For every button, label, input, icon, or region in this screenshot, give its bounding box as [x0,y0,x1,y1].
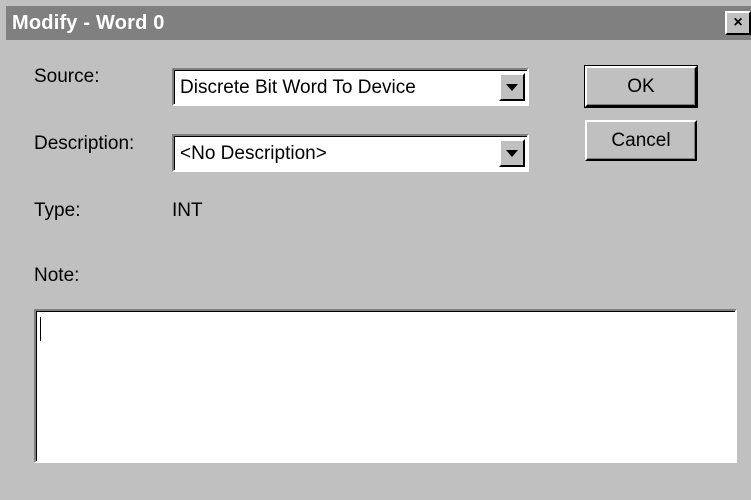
window-title: Modify - Word 0 [12,12,165,34]
source-select[interactable]: Discrete Bit Word To Device [172,68,529,106]
chevron-down-icon [506,149,518,157]
description-select[interactable]: <No Description> [172,134,529,172]
modify-dialog: Modify - Word 0 × Source: Discrete Bit W… [0,0,751,500]
cancel-button[interactable]: Cancel [585,120,697,161]
title-bar[interactable]: Modify - Word 0 × [6,6,751,40]
type-label: Type: [34,200,81,221]
description-label: Description: [34,133,135,154]
close-button[interactable]: × [725,11,751,35]
type-value: INT [172,200,203,221]
close-icon: × [733,14,743,31]
ok-button[interactable]: OK [584,65,698,108]
source-label: Source: [34,66,100,87]
chevron-down-icon [506,83,518,91]
cancel-button-label: Cancel [611,129,671,151]
note-label: Note: [34,265,80,286]
description-value: <No Description> [180,143,327,164]
ok-button-label: OK [627,75,655,97]
description-dropdown-button[interactable] [499,139,525,167]
note-textarea[interactable] [34,309,737,463]
source-dropdown-button[interactable] [499,73,525,101]
text-caret [40,317,41,341]
source-value: Discrete Bit Word To Device [180,77,416,98]
